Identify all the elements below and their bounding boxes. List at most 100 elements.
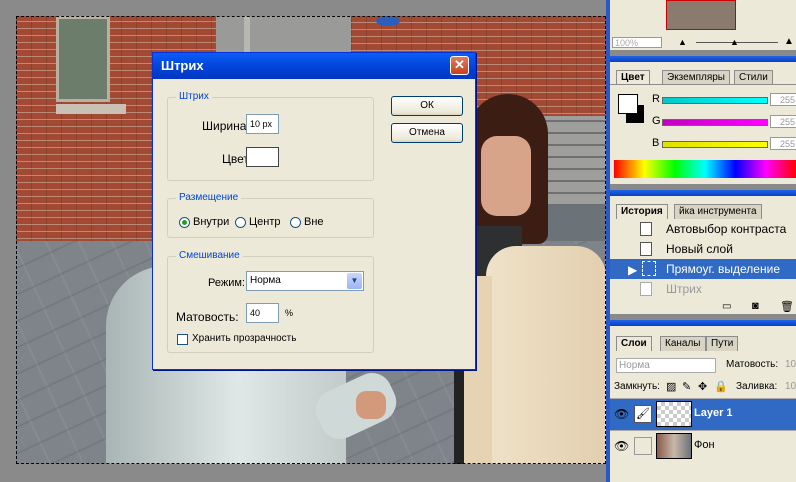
history-state-marker-icon[interactable]: ▶ <box>628 260 637 280</box>
trash-icon[interactable]: 🗑 <box>780 300 794 313</box>
width-label: Ширина: <box>202 119 250 133</box>
radio-center[interactable] <box>235 217 246 228</box>
placement-group: Размещение Внутри Центр Вне <box>167 192 374 238</box>
layer-thumbnail <box>656 401 692 427</box>
channel-b-slider[interactable] <box>662 141 768 148</box>
mode-label: Режим: <box>208 277 245 289</box>
stroke-group: Штрих Ширина: 10 px Цвет: <box>167 91 374 181</box>
radio-inside-label: Внутри <box>193 216 230 228</box>
zoom-in-icon[interactable]: ▲ <box>784 36 794 47</box>
preserve-checkbox[interactable] <box>177 334 188 345</box>
layer-row[interactable]: 👁 🖌 Layer 1 <box>610 398 796 431</box>
radio-outside[interactable] <box>290 217 301 228</box>
tab-swatches[interactable]: Экземпляры <box>662 70 730 85</box>
tab-divider <box>610 84 796 85</box>
history-panel: История йка инструмента Автовыбор контра… <box>610 190 796 314</box>
layers-opacity-value[interactable]: 10 <box>785 359 796 370</box>
history-item[interactable]: Новый слой <box>610 239 796 259</box>
navigator-thumbnail[interactable] <box>666 0 736 30</box>
opacity-input[interactable]: 40 <box>246 303 279 323</box>
blend-mode-value: Норма <box>619 360 650 371</box>
layer-row[interactable]: 👁 Фон <box>610 430 796 463</box>
channel-b-label: B <box>652 137 660 149</box>
lock-transparency-icon[interactable]: ▨ <box>666 380 676 393</box>
radio-outside-label: Вне <box>304 216 324 228</box>
camera-icon[interactable]: ◙ <box>752 300 759 312</box>
history-item-label: Прямоуг. выделение <box>666 262 780 276</box>
close-button[interactable]: ✕ <box>450 56 469 75</box>
channel-r-value[interactable]: 255 <box>770 93 796 106</box>
layers-opacity-label: Матовость: <box>726 359 779 370</box>
history-item-label: Штрих <box>666 282 702 296</box>
history-item[interactable]: Автовыбор контраста <box>610 219 796 239</box>
channel-r-slider[interactable] <box>662 97 768 104</box>
panel-dock-border <box>606 0 610 482</box>
color-spectrum-bar[interactable] <box>614 160 796 178</box>
color-panel-titlebar <box>610 56 796 62</box>
eye-icon[interactable]: 👁 <box>614 407 629 421</box>
lock-label: Замкнуть: <box>614 381 660 392</box>
opacity-label: Матовость: <box>176 310 239 324</box>
dialog-titlebar[interactable]: Штрих ✕ <box>153 53 475 79</box>
tab-tool-presets[interactable]: йка инструмента <box>674 204 762 219</box>
layers-panel: Слои Каналы Пути Норма Матовость: 10 Зам… <box>610 320 796 482</box>
stroke-dialog: Штрих ✕ Штрих Ширина: 10 px Цвет: Размещ… <box>152 52 476 370</box>
marquee-icon <box>642 261 656 276</box>
lock-move-icon[interactable]: ✥ <box>698 380 707 393</box>
stroke-group-legend: Штрих <box>176 91 212 102</box>
channel-b-value[interactable]: 255 <box>770 137 796 150</box>
ok-button[interactable]: ОК <box>391 96 463 116</box>
history-item-active[interactable]: ▶ Прямоуг. выделение <box>610 259 796 279</box>
channel-g-value[interactable]: 255 <box>770 115 796 128</box>
layer-name: Layer 1 <box>694 407 733 419</box>
cancel-button[interactable]: Отмена <box>391 123 463 143</box>
preserve-label: Хранить прозрачность <box>192 333 297 344</box>
channel-g-slider[interactable] <box>662 119 768 126</box>
tab-layers[interactable]: Слои <box>616 336 652 351</box>
tab-styles[interactable]: Стили <box>734 70 773 85</box>
tab-channels[interactable]: Каналы <box>660 336 706 351</box>
blend-mode-select[interactable]: Норма <box>616 358 716 373</box>
brush-icon: 🖌 <box>634 405 652 423</box>
lock-all-icon[interactable]: 🔒 <box>714 380 728 393</box>
mode-select[interactable]: Норма ▼ <box>246 271 364 291</box>
history-step-icon <box>640 282 652 296</box>
foreground-color-swatch[interactable] <box>618 94 638 114</box>
mode-value: Норма <box>250 275 281 286</box>
radio-inside[interactable] <box>179 217 190 228</box>
zoom-out-icon[interactable]: ▲ <box>678 37 687 47</box>
close-icon: ✕ <box>454 57 465 72</box>
snapshot-icon[interactable]: ▭ <box>722 301 731 312</box>
tab-paths[interactable]: Пути <box>706 336 739 351</box>
channel-g-label: G <box>652 115 661 127</box>
history-item-label: Новый слой <box>666 242 733 256</box>
blend-group: Смешивание Режим: Норма ▼ Матовость: 40 … <box>167 250 374 353</box>
chevron-down-icon[interactable]: ▼ <box>347 273 362 289</box>
layer-thumbnail <box>656 433 692 459</box>
lock-brush-icon[interactable]: ✎ <box>682 380 691 393</box>
channel-r-label: R <box>652 93 660 105</box>
layers-panel-titlebar <box>610 320 796 326</box>
navigator-panel: 100% ▲ ▲ ▲ <box>610 0 796 50</box>
fill-value[interactable]: 10 <box>785 381 796 392</box>
history-item-label: Автовыбор контраста <box>666 222 787 236</box>
zoom-thumb-icon[interactable]: ▲ <box>730 37 739 47</box>
placement-group-legend: Размещение <box>176 192 242 203</box>
eye-icon[interactable]: 👁 <box>614 439 629 453</box>
color-panel: Цвет Экземпляры Стили R 255 G 255 B 255 <box>610 56 796 184</box>
zoom-field[interactable]: 100% <box>612 37 662 48</box>
color-swatch[interactable] <box>246 147 279 167</box>
layer-name: Фон <box>694 439 715 451</box>
tab-color[interactable]: Цвет <box>616 70 650 85</box>
blend-group-legend: Смешивание <box>176 250 243 261</box>
history-item[interactable]: Штрих <box>610 279 796 299</box>
radio-center-label: Центр <box>249 216 281 228</box>
fill-label: Заливка: <box>736 381 778 392</box>
dialog-title: Штрих <box>161 58 204 73</box>
history-step-icon <box>640 242 652 256</box>
opacity-unit: % <box>285 308 294 318</box>
link-slot[interactable] <box>634 437 652 455</box>
tab-history[interactable]: История <box>616 204 668 219</box>
history-panel-titlebar <box>610 190 796 196</box>
width-input[interactable]: 10 px <box>246 114 279 134</box>
